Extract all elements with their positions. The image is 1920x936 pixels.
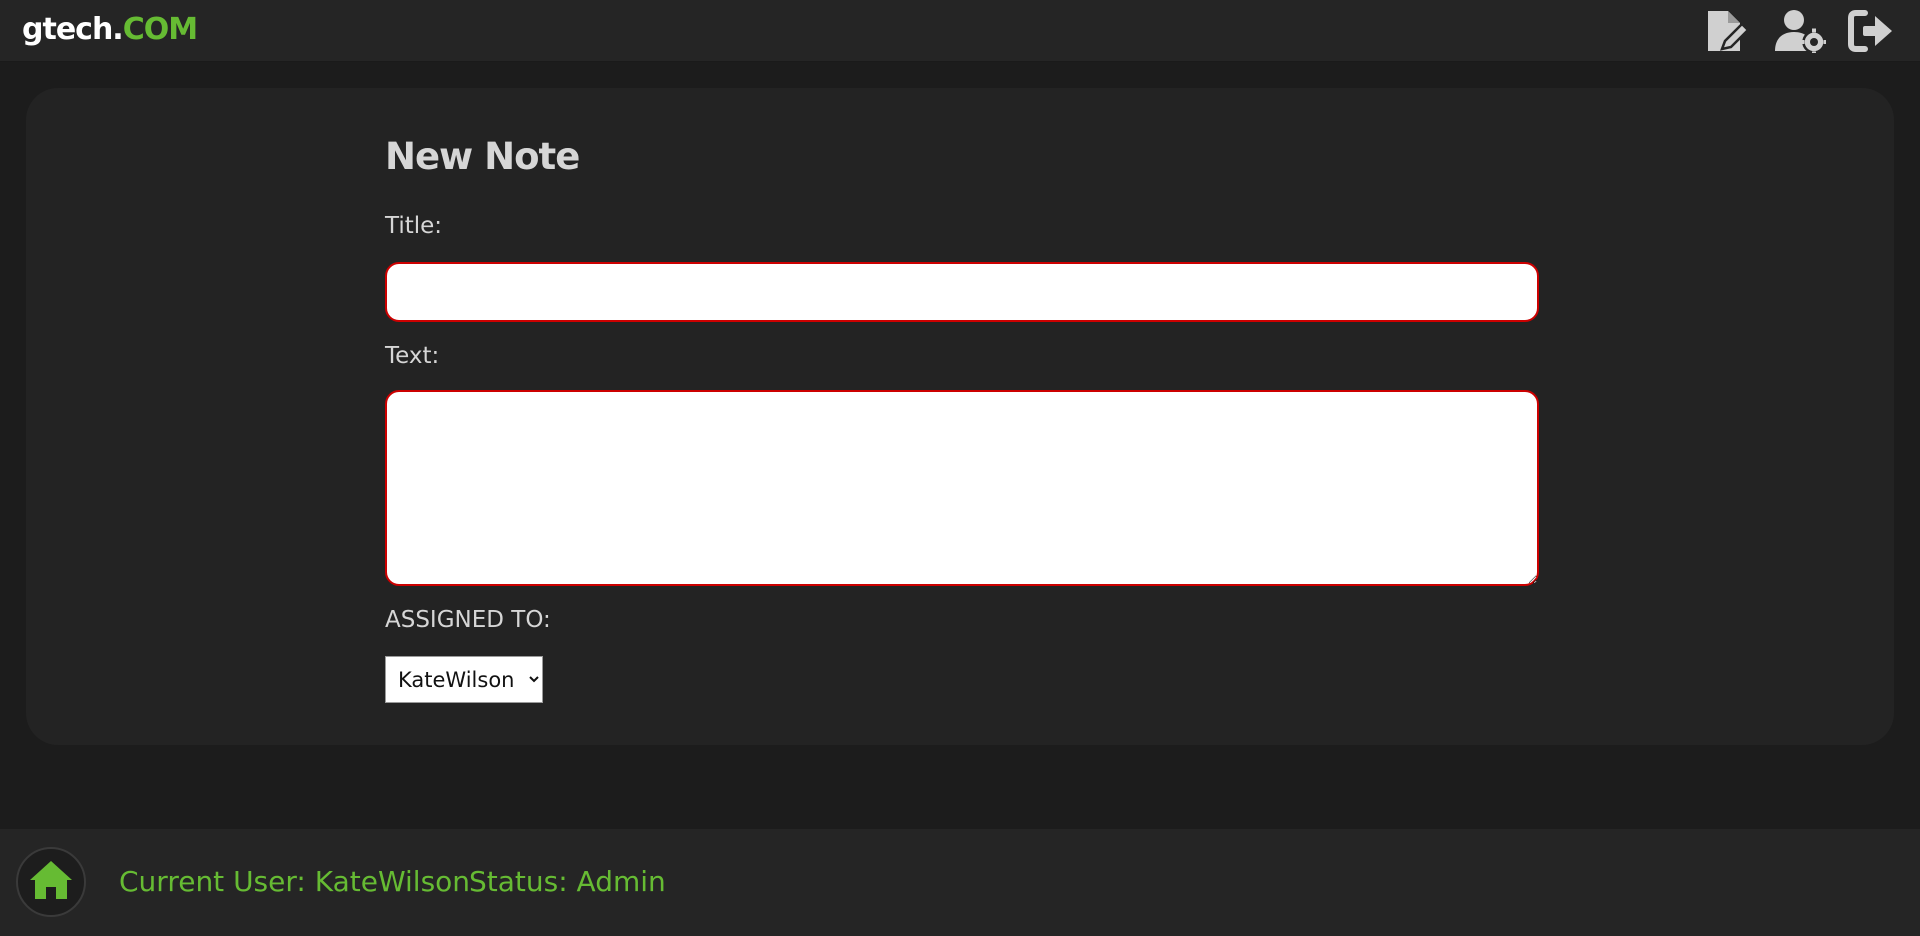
user-settings-icon[interactable] <box>1774 9 1826 53</box>
home-button[interactable] <box>16 847 86 917</box>
logo-main-text: gtech. <box>22 12 124 47</box>
text-label: Text: <box>385 343 440 369</box>
page-title: New Note <box>385 135 580 178</box>
footer-bar: Current User: KateWilson Status: Admin <box>0 829 1920 936</box>
title-input[interactable] <box>385 262 1539 322</box>
home-icon <box>28 859 74 905</box>
assigned-to-label: ASSIGNED TO: <box>385 607 551 633</box>
user-status-text: Status: Admin <box>469 865 666 898</box>
current-user-text: Current User: KateWilson <box>119 865 471 898</box>
site-logo[interactable]: gtech.COM <box>22 12 198 48</box>
logo-tld-text: COM <box>122 12 198 47</box>
new-note-icon[interactable] <box>1704 9 1752 53</box>
assigned-to-select[interactable]: KateWilson <box>385 656 543 703</box>
header-actions <box>1704 8 1894 54</box>
new-note-card: New Note Title: Text: ASSIGNED TO: KateW… <box>26 88 1894 745</box>
text-area[interactable] <box>385 390 1539 586</box>
title-label: Title: <box>385 213 443 239</box>
top-header: gtech.COM <box>0 0 1920 62</box>
logout-icon[interactable] <box>1848 9 1894 53</box>
